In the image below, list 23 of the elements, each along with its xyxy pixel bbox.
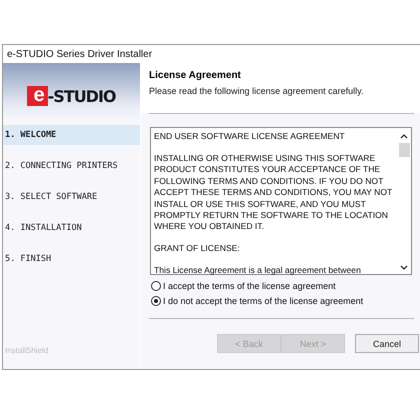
logo: e-STUDIO — [27, 78, 116, 106]
radio-label[interactable]: I accept the terms of the license agreement — [163, 281, 336, 291]
step-item: 2. CONNECTING PRINTERS — [4, 160, 119, 173]
license-paragraph: END USER SOFTWARE LICENSE AGREEMENT — [154, 131, 346, 142]
step-item: 5. FINISH — [4, 253, 52, 266]
license-paragraph: GRANT OF LICENSE: — [154, 243, 241, 255]
scroll-down-icon[interactable] — [400, 265, 408, 270]
page-subtitle: Please read the following license agreement carefully. — [149, 86, 364, 96]
dialog-button[interactable]: Cancel — [355, 334, 419, 353]
license-paragraph: INSTALLING OR OTHERWISE USING THIS SOFTWARE PRODUCT CONSTITUTES YOUR ACCEPTANCE OF THE FOLLOWING TERMS AND CONDITIONS. IF YOU DO NOT ACCEPT THESE TERMS AND CONDITIONS, YOU MAY NOT INSTALL OR USE THIS SOFTWARE, AND YOU MUST PROMPTLY RETURN THE SOFTWARE TO THE LOCATION WHERE YOU OBTAINED IT. — [154, 152, 394, 233]
radio-button[interactable] — [151, 296, 161, 306]
page-title: License Agreement — [149, 70, 242, 81]
step-item: 3. SELECT SOFTWARE — [4, 191, 98, 204]
radio-label[interactable]: I do not accept the terms of the license agreement — [163, 296, 364, 306]
step-item: 4. INSTALLATION — [4, 222, 83, 235]
step-item: 1. WELCOME — [3, 125, 140, 145]
radio-button[interactable] — [151, 281, 161, 291]
scroll-thumb[interactable] — [398, 143, 410, 157]
brand-label: InstallShield — [4, 346, 50, 355]
license-text-box[interactable] — [150, 127, 412, 275]
scroll-up-icon[interactable] — [400, 134, 408, 139]
license-paragraph: This License Agreement is a legal agreement between — [154, 265, 362, 277]
window-title: e-STUDIO Series Driver Installer — [7, 48, 152, 60]
